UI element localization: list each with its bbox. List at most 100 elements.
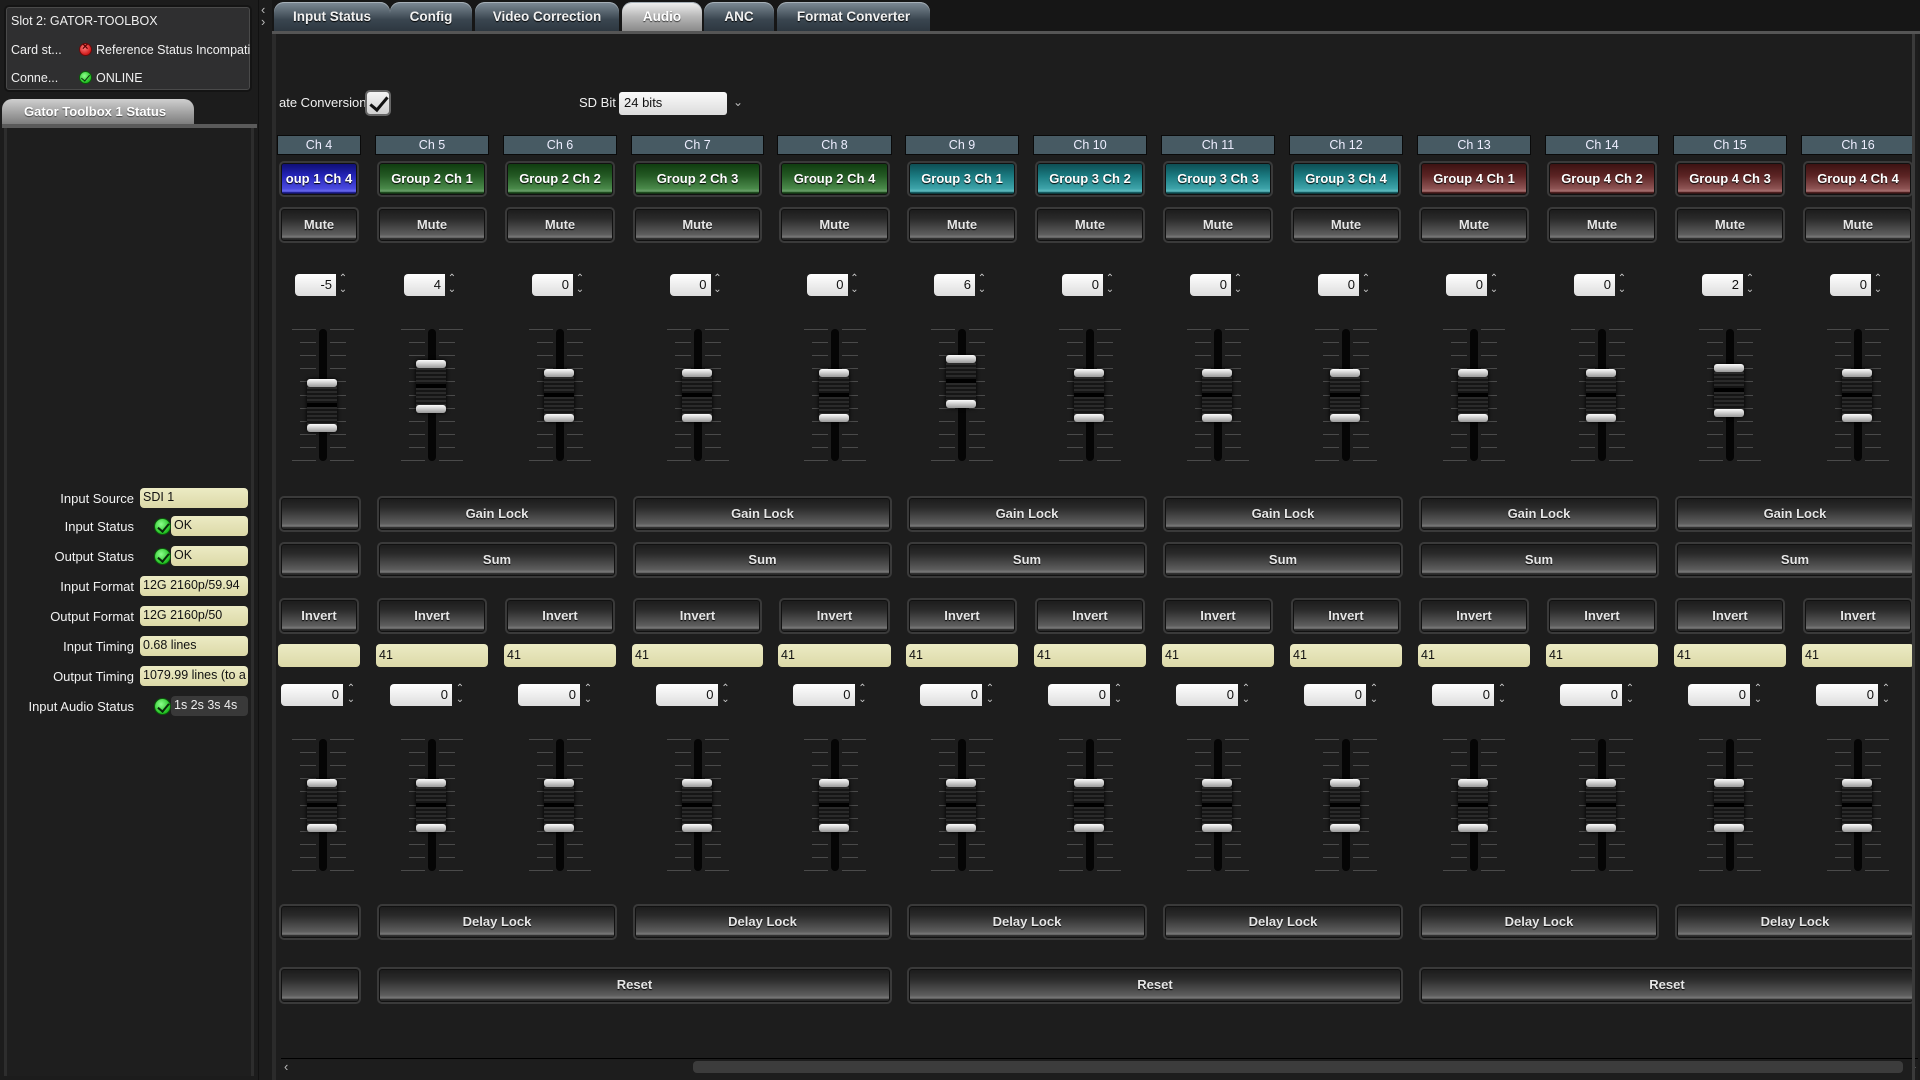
invert-button[interactable]: Invert bbox=[1675, 598, 1785, 634]
scrollbar-thumb[interactable] bbox=[693, 1061, 1903, 1073]
invert-button[interactable]: Invert bbox=[779, 598, 890, 634]
up-down-arrows-icon[interactable]: ⌃ ⌄ bbox=[1240, 683, 1252, 707]
delay-lock-button[interactable]: Delay Lock bbox=[1675, 904, 1915, 940]
fader-knob[interactable] bbox=[946, 779, 976, 832]
gain-lock-button[interactable]: Gain Lock bbox=[907, 496, 1147, 532]
sum-button[interactable] bbox=[279, 542, 361, 578]
up-down-arrows-icon[interactable]: ⌃ ⌄ bbox=[345, 683, 357, 707]
invert-button[interactable]: Invert bbox=[1419, 598, 1529, 634]
invert-button[interactable]: Invert bbox=[377, 598, 487, 634]
delay-value-input[interactable]: 0 bbox=[1432, 684, 1494, 706]
group-channel-button[interactable]: Group 3 Ch 3 bbox=[1163, 161, 1273, 197]
gain-fader[interactable] bbox=[292, 329, 354, 461]
up-down-arrows-icon[interactable]: ⌃ ⌄ bbox=[1624, 683, 1636, 707]
tab-anc[interactable]: ANC bbox=[704, 2, 774, 31]
mute-button[interactable]: Mute bbox=[633, 207, 762, 243]
delay-fader[interactable] bbox=[931, 739, 993, 871]
fader-knob[interactable] bbox=[1842, 779, 1872, 832]
mute-button[interactable]: Mute bbox=[505, 207, 615, 243]
delay-spinner[interactable]: 0 ⌃ ⌄ bbox=[1048, 683, 1124, 706]
gain-spinner[interactable]: 6 ⌃ ⌄ bbox=[934, 273, 988, 297]
fader-knob[interactable] bbox=[1330, 369, 1360, 422]
up-down-arrows-icon[interactable]: ⌃ ⌄ bbox=[1496, 683, 1508, 707]
tab-config[interactable]: Config bbox=[390, 2, 472, 31]
delay-value-input[interactable]: 0 bbox=[281, 684, 343, 706]
delay-spinner[interactable]: 0 ⌃ ⌄ bbox=[1688, 683, 1764, 706]
delay-fader[interactable] bbox=[1315, 739, 1377, 871]
up-down-arrows-icon[interactable]: ⌃ ⌄ bbox=[582, 683, 594, 707]
delay-fader[interactable] bbox=[529, 739, 591, 871]
up-down-arrows-icon[interactable]: ⌃ ⌄ bbox=[337, 273, 349, 297]
delay-lock-button[interactable]: Delay Lock bbox=[1419, 904, 1659, 940]
panel-splitter[interactable]: ‹ › bbox=[258, 0, 272, 1080]
fader-knob[interactable] bbox=[1586, 779, 1616, 832]
gain-spinner[interactable]: 0 ⌃ ⌄ bbox=[1190, 273, 1244, 296]
mute-button[interactable]: Mute bbox=[1547, 207, 1657, 243]
up-down-arrows-icon[interactable]: ⌃ ⌄ bbox=[1368, 683, 1380, 707]
sum-button[interactable]: Sum bbox=[1419, 542, 1659, 578]
scroll-left-icon[interactable]: ‹ bbox=[284, 1059, 288, 1074]
gain-spinner[interactable]: 0 ⌃ ⌄ bbox=[1062, 273, 1116, 297]
gain-value-input[interactable]: 6 bbox=[934, 274, 975, 296]
fader-knob[interactable] bbox=[1714, 364, 1744, 417]
gain-lock-button[interactable]: Gain Lock bbox=[1675, 496, 1915, 532]
mute-button[interactable]: Mute bbox=[279, 207, 359, 243]
gain-value-input[interactable]: 0 bbox=[1574, 274, 1615, 296]
delay-value-input[interactable]: 0 bbox=[1816, 684, 1878, 706]
up-down-arrows-icon[interactable]: ⌃ ⌄ bbox=[574, 273, 586, 297]
delay-spinner[interactable]: 0 ⌃ ⌄ bbox=[1560, 683, 1636, 707]
tab-format-converter[interactable]: Format Converter bbox=[777, 2, 930, 31]
up-down-arrows-icon[interactable]: ⌃ ⌄ bbox=[1744, 273, 1756, 297]
reset-button[interactable]: Reset bbox=[907, 967, 1403, 1004]
delay-lock-button[interactable]: Delay Lock bbox=[633, 904, 892, 940]
delay-lock-button[interactable]: Delay Lock bbox=[907, 904, 1147, 940]
up-down-arrows-icon[interactable]: ⌃ ⌄ bbox=[454, 683, 466, 707]
fader-knob[interactable] bbox=[1202, 779, 1232, 832]
invert-button[interactable]: Invert bbox=[1547, 598, 1657, 634]
up-down-arrows-icon[interactable]: ⌃ ⌄ bbox=[1104, 273, 1116, 297]
group-channel-button[interactable]: Group 3 Ch 2 bbox=[1035, 161, 1145, 197]
reset-button[interactable]: Reset bbox=[377, 967, 892, 1004]
status-panel-tab[interactable]: Gator Toolbox 1 Status bbox=[2, 99, 194, 125]
gain-spinner[interactable]: 0 ⌃ ⌄ bbox=[669, 273, 724, 296]
gain-value-input[interactable]: 0 bbox=[1446, 274, 1487, 296]
fader-knob[interactable] bbox=[818, 779, 849, 832]
delay-fader[interactable] bbox=[1827, 739, 1889, 871]
fader-knob[interactable] bbox=[681, 369, 712, 422]
sum-button[interactable]: Sum bbox=[633, 542, 892, 578]
fader-knob[interactable] bbox=[818, 369, 849, 422]
delay-fader[interactable] bbox=[401, 739, 463, 871]
horizontal-scrollbar[interactable]: ‹ › bbox=[281, 1058, 1918, 1074]
up-down-arrows-icon[interactable]: ⌃ ⌄ bbox=[1488, 273, 1500, 297]
fader-knob[interactable] bbox=[544, 369, 574, 422]
reset-button[interactable] bbox=[279, 967, 361, 1004]
up-down-arrows-icon[interactable]: ⌃ ⌄ bbox=[976, 273, 988, 297]
delay-spinner[interactable]: 0 ⌃ ⌄ bbox=[920, 683, 996, 706]
sum-button[interactable]: Sum bbox=[1163, 542, 1403, 578]
invert-button[interactable]: Invert bbox=[279, 598, 359, 634]
mute-button[interactable]: Mute bbox=[1035, 207, 1145, 243]
gain-value-input[interactable]: 4 bbox=[404, 274, 445, 296]
delay-fader[interactable] bbox=[1571, 739, 1633, 871]
group-channel-button[interactable]: Group 4 Ch 4 bbox=[1803, 161, 1913, 197]
fader-knob[interactable] bbox=[1074, 369, 1104, 422]
up-down-arrows-icon[interactable]: ⌃ ⌄ bbox=[1872, 273, 1884, 297]
chevron-down-icon[interactable]: ⌄ bbox=[730, 92, 746, 112]
gain-fader[interactable] bbox=[803, 329, 866, 461]
fader-knob[interactable] bbox=[1714, 779, 1744, 832]
reset-button[interactable]: Reset bbox=[1419, 967, 1915, 1004]
group-channel-button[interactable]: Group 4 Ch 2 bbox=[1547, 161, 1657, 197]
mute-button[interactable]: Mute bbox=[1803, 207, 1913, 243]
fader-knob[interactable] bbox=[946, 355, 976, 408]
gain-value-input[interactable]: 2 bbox=[1702, 274, 1743, 296]
delay-fader[interactable] bbox=[1187, 739, 1249, 871]
up-down-arrows-icon[interactable]: ⌃ ⌄ bbox=[1616, 273, 1628, 297]
expand-right-icon[interactable]: › bbox=[261, 15, 265, 28]
sum-button[interactable]: Sum bbox=[377, 542, 617, 578]
gain-fader[interactable] bbox=[1059, 329, 1121, 461]
delay-spinner[interactable]: 0 ⌃ ⌄ bbox=[518, 683, 594, 707]
gain-fader[interactable] bbox=[529, 329, 591, 461]
invert-button[interactable]: Invert bbox=[1035, 598, 1145, 634]
mute-button[interactable]: Mute bbox=[1419, 207, 1529, 243]
group-channel-button[interactable]: Group 2 Ch 4 bbox=[779, 161, 890, 197]
